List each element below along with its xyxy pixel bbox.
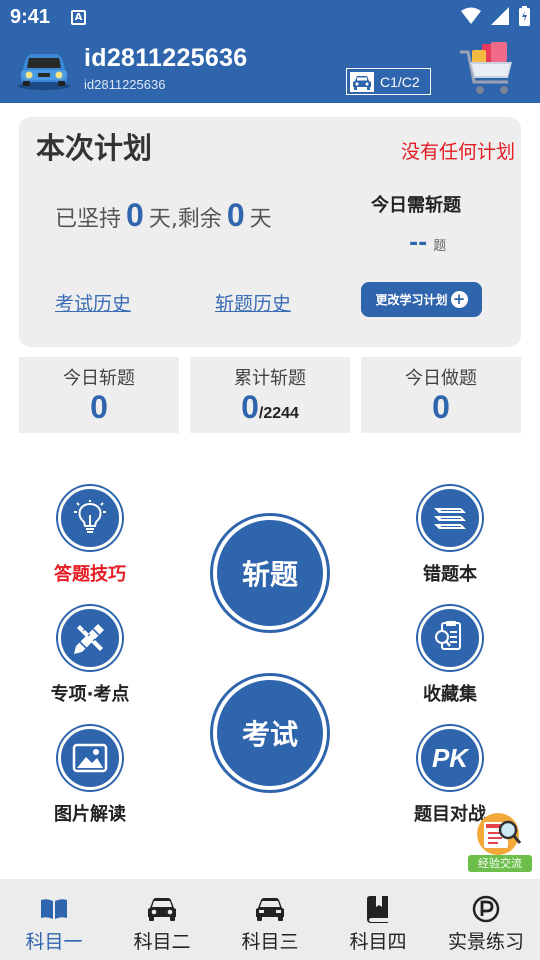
stat-value: 0 [90,389,108,425]
experience-exchange-label: 经验交流 [468,855,532,872]
stat-total: /2244 [258,405,299,422]
stat-value: 0 [432,389,450,425]
book-icon [0,893,108,925]
status-time: 9:41 [10,6,51,28]
license-type-selector[interactable]: C1/C2 [346,68,431,95]
stat-label: 今日做题 [405,368,477,389]
persist-days-value: 0 [126,197,144,233]
stat-today-done: 今日做题 0 [361,357,521,433]
license-type-label: C1/C2 [380,73,420,90]
exam-button[interactable]: 考试 [213,676,327,790]
tips-button[interactable]: 答题技巧 [30,486,150,586]
magnifier-doc-icon [477,813,522,855]
persist-mid: 天,剩余 [148,207,222,232]
stat-today-cut: 今日斩题 0 [19,357,179,433]
signal-icon [491,7,509,25]
special-topics-button[interactable]: 专项·考点 [30,606,150,706]
pencil-ruler-icon [58,606,122,670]
nav-subject-one[interactable]: 科目一 [0,879,108,960]
status-bar: 9:41 A [0,0,540,36]
plan-title: 本次计划 [36,131,153,165]
today-need-value: -- [409,231,428,256]
favorites-label: 收藏集 [423,684,477,705]
parking-icon [432,893,540,925]
bottom-nav: 科目一 科目二 科目三 科目四 实景练习 [0,879,540,960]
book-stack-icon [418,486,482,550]
exam-history-link[interactable]: 考试历史 [55,289,131,316]
clipboard-icon [418,606,482,670]
plan-card: 本次计划 没有任何计划 已坚持 0 天,剩余 0 天 今日需斩题 -- 题 考试… [19,117,521,347]
persist-suffix: 天 [249,207,272,232]
header: 9:41 A id2811225636 id2811225636 C1/C2 [0,0,540,103]
nav-subject-three[interactable]: 科目三 [216,879,324,960]
experience-exchange-button[interactable]: 经验交流 [468,812,534,872]
image-interpretation-button[interactable]: 图片解读 [30,726,150,826]
plus-icon: + [450,291,468,308]
lightbulb-icon [58,486,122,550]
status-icons [461,6,530,26]
nav-label: 科目三 [241,931,299,953]
no-plan-text: 没有任何计划 [400,141,515,163]
nav-subject-four[interactable]: 科目四 [324,879,432,960]
image-interpretation-label: 图片解读 [54,804,126,825]
car-front-icon [216,893,324,925]
change-plan-label: 更改学习计划 [375,293,448,307]
wrong-book-label: 错题本 [423,564,477,585]
pk-battle-button[interactable]: PK 题目对战 [390,726,510,826]
stat-value: 0 [241,389,259,425]
persist-days: 已坚持 0 天,剩余 0 天 [55,197,272,234]
pk-icon: PK [418,726,482,790]
nav-label: 科目二 [133,931,191,953]
stat-total-cut: 累计斩题 0/2244 [190,357,350,433]
remaining-days-value: 0 [226,197,245,233]
nav-real-scene-practice[interactable]: 实景练习 [432,879,540,960]
today-need-unit: 题 [433,239,447,254]
car-icon [350,71,374,92]
favorites-button[interactable]: 收藏集 [390,606,510,706]
notification-icon: A [71,10,86,25]
stat-label: 累计斩题 [234,368,306,389]
username: id2811225636 [84,44,248,72]
wifi-icon [461,7,481,24]
nav-label: 实景练习 [447,931,524,953]
car-icon [108,893,216,925]
nav-label: 科目一 [25,931,83,953]
user-id: id2811225636 [84,77,166,92]
today-need-label: 今日需斩题 [371,195,461,216]
nav-label: 科目四 [349,931,407,953]
cut-history-link[interactable]: 斩题历史 [215,289,291,316]
stat-label: 今日斩题 [63,368,135,389]
cut-questions-button[interactable]: 斩题 [213,516,327,630]
nav-subject-two[interactable]: 科目二 [108,879,216,960]
special-topics-label: 专项·考点 [50,684,130,705]
avatar[interactable] [17,48,71,90]
bookmark-book-icon [324,893,432,925]
pk-icon-text: PK [431,742,469,773]
battery-icon [519,6,530,26]
today-need-value-row: -- 题 [409,231,446,256]
wrong-book-button[interactable]: 错题本 [390,486,510,586]
shop-cart-icon[interactable] [458,40,518,100]
persist-prefix: 已坚持 [55,207,122,232]
image-icon [58,726,122,790]
tips-label: 答题技巧 [54,564,126,585]
change-plan-button[interactable]: 更改学习计划 + [361,282,482,317]
